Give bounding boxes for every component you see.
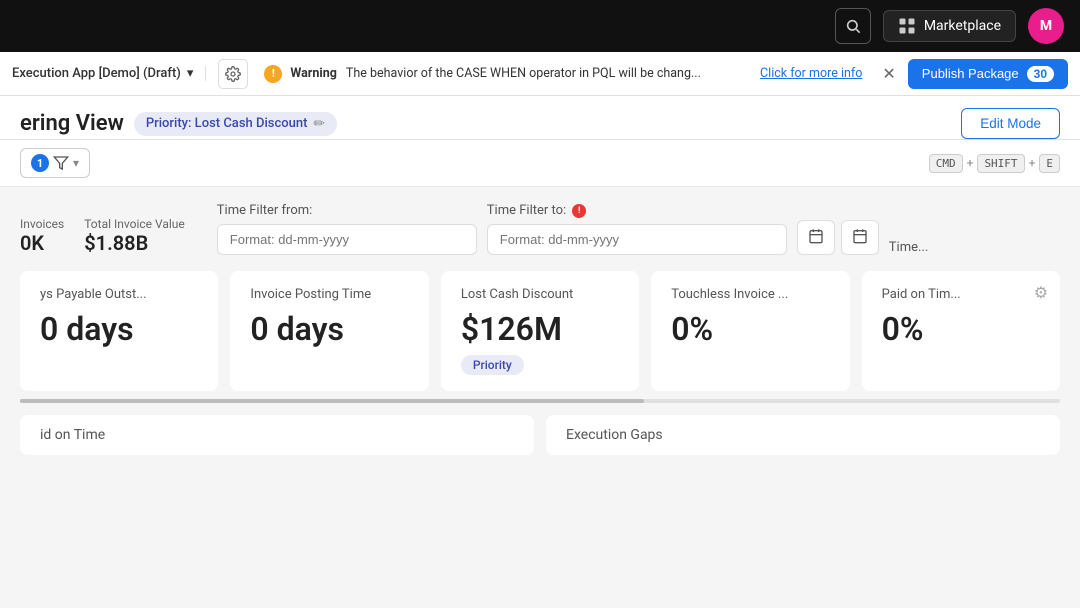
settings-button[interactable] bbox=[218, 59, 248, 89]
publish-package-button[interactable]: Publish Package 30 bbox=[908, 59, 1068, 89]
horizontal-scrollbar[interactable] bbox=[20, 399, 1060, 403]
invoices-label: Invoices bbox=[20, 217, 64, 231]
time-filter-to-label: Time Filter to: ! bbox=[487, 203, 787, 218]
lost-cash-discount-value: $126M bbox=[461, 312, 619, 347]
e-key: E bbox=[1039, 154, 1060, 173]
filter-button[interactable]: 1 ▾ bbox=[20, 148, 90, 178]
invoice-posting-value: 0 days bbox=[250, 312, 408, 347]
calendar-button-1[interactable] bbox=[797, 220, 835, 255]
time-filter-to-input[interactable] bbox=[487, 224, 787, 255]
time-filter-from-input[interactable] bbox=[217, 224, 477, 255]
marketplace-label: Marketplace bbox=[924, 18, 1001, 34]
time-filter-to-group: Time Filter to: ! bbox=[487, 203, 787, 255]
invoices-kpi: Invoices 0K bbox=[20, 217, 64, 255]
invoice-posting-label: Invoice Posting Time bbox=[250, 287, 408, 304]
total-invoice-kpi: Total Invoice Value $1.88B bbox=[84, 217, 185, 255]
touchless-invoice-value: 0% bbox=[671, 312, 829, 347]
execution-gaps-section: Execution Gaps bbox=[546, 415, 1060, 455]
page-title: ering View bbox=[20, 111, 124, 136]
chevron-down-icon: ▾ bbox=[73, 156, 79, 170]
close-warning-button[interactable]: ✕ bbox=[878, 60, 899, 87]
days-payable-label: ys Payable Outst... bbox=[40, 287, 198, 304]
time-short-label: Time... bbox=[889, 240, 929, 255]
warning-icon: ! bbox=[264, 65, 282, 83]
chevron-down-icon: ▾ bbox=[187, 66, 194, 81]
filter-count-badge: 1 bbox=[31, 154, 49, 172]
app-name: Execution App [Demo] (Draft) bbox=[12, 66, 181, 81]
edit-pencil-icon[interactable]: ✏ bbox=[313, 116, 325, 132]
toolbar-row: 1 ▾ CMD + SHIFT + E bbox=[0, 140, 1080, 187]
days-payable-card: ys Payable Outst... 0 days bbox=[20, 271, 218, 391]
metric-cards-row: ys Payable Outst... 0 days Invoice Posti… bbox=[20, 271, 1060, 391]
publish-count-badge: 30 bbox=[1027, 66, 1054, 82]
avatar[interactable]: M bbox=[1028, 8, 1064, 44]
paid-on-time-label: Paid on Tim... bbox=[882, 287, 1040, 304]
invoice-posting-card: Invoice Posting Time 0 days bbox=[230, 271, 428, 391]
warning-label: Warning The behavior of the CASE WHEN op… bbox=[290, 66, 752, 81]
days-payable-value: 0 days bbox=[40, 312, 198, 347]
cmd-key: CMD bbox=[929, 154, 963, 173]
calendar-button-2[interactable] bbox=[841, 220, 879, 255]
shift-key: SHIFT bbox=[977, 154, 1024, 173]
paid-on-time-section: id on Time bbox=[20, 415, 534, 455]
bottom-sections: id on Time Execution Gaps bbox=[20, 415, 1060, 455]
time-filter-from-group: Time Filter from: bbox=[217, 203, 477, 255]
scroll-thumb bbox=[20, 399, 644, 403]
time-short-group: Time... bbox=[889, 240, 929, 255]
priority-badge: Priority: Lost Cash Discount ✏ bbox=[134, 112, 337, 136]
warning-link[interactable]: Click for more info bbox=[760, 66, 862, 81]
edit-mode-button[interactable]: Edit Mode bbox=[961, 108, 1060, 139]
paid-on-time-card: ⚙ Paid on Tim... 0% bbox=[862, 271, 1060, 391]
card-settings-icon[interactable]: ⚙ bbox=[1034, 283, 1048, 302]
touchless-invoice-card: Touchless Invoice ... 0% bbox=[651, 271, 849, 391]
error-indicator: ! bbox=[572, 204, 586, 218]
navbar: Marketplace M bbox=[0, 0, 1080, 52]
marketplace-button[interactable]: Marketplace bbox=[883, 10, 1016, 42]
search-button[interactable] bbox=[835, 8, 871, 44]
lost-cash-discount-label: Lost Cash Discount bbox=[461, 287, 619, 304]
total-invoice-label: Total Invoice Value bbox=[84, 217, 185, 231]
priority-badge: Priority bbox=[461, 355, 524, 375]
total-invoice-value: $1.88B bbox=[84, 231, 185, 255]
app-selector[interactable]: Execution App [Demo] (Draft) ▾ bbox=[12, 66, 206, 81]
title-row: ering View Priority: Lost Cash Discount … bbox=[20, 111, 337, 136]
invoices-value: 0K bbox=[20, 231, 64, 255]
paid-on-time-value: 0% bbox=[882, 312, 1040, 347]
main-content: Invoices 0K Total Invoice Value $1.88B T… bbox=[0, 187, 1080, 471]
touchless-invoice-label: Touchless Invoice ... bbox=[671, 287, 829, 304]
shortcut-hint: CMD + SHIFT + E bbox=[929, 154, 1060, 173]
time-filter-from-label: Time Filter from: bbox=[217, 203, 477, 218]
page-header: ering View Priority: Lost Cash Discount … bbox=[0, 96, 1080, 140]
lost-cash-discount-card: Lost Cash Discount $126M Priority bbox=[441, 271, 639, 391]
warning-bar: Execution App [Demo] (Draft) ▾ ! Warning… bbox=[0, 52, 1080, 96]
